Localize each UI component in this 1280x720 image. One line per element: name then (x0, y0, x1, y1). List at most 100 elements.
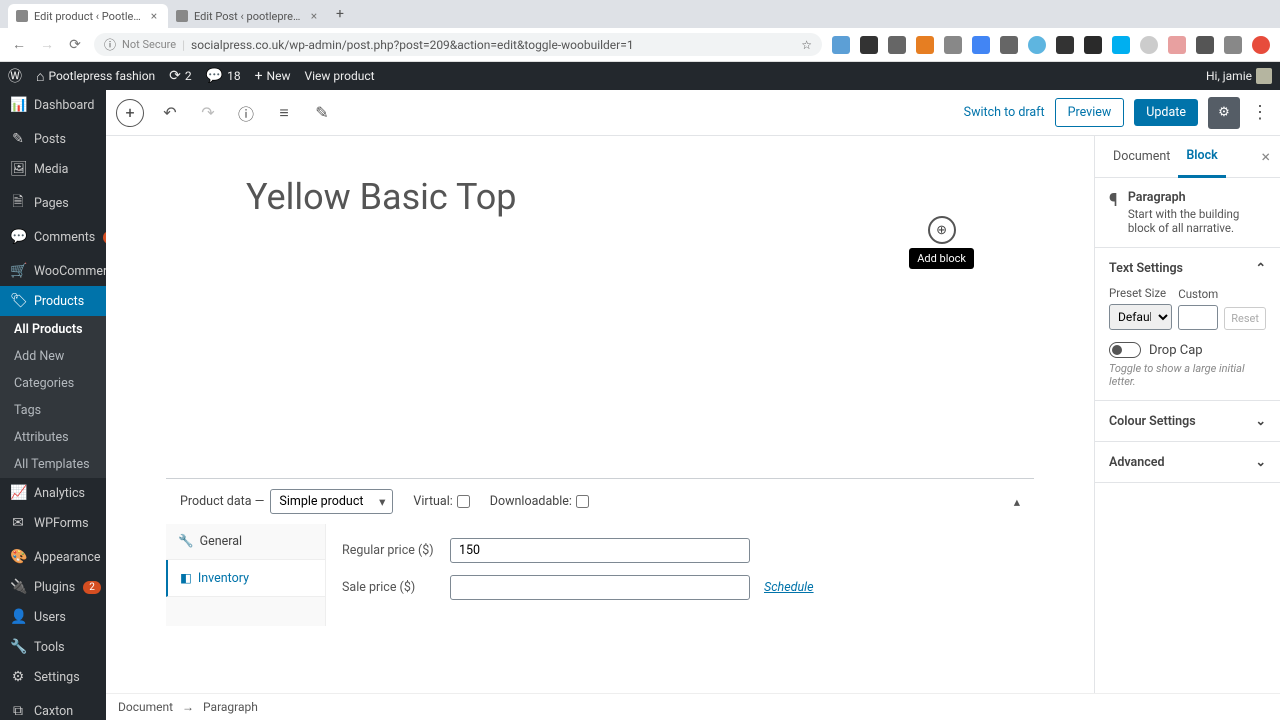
pd-tab-general[interactable]: 🔧General (166, 524, 325, 560)
sidebar-item-analytics[interactable]: 📈Analytics (0, 478, 106, 508)
update-button[interactable]: Update (1134, 99, 1198, 126)
ext-icon[interactable] (888, 36, 906, 54)
chevron-up-icon: ⌃ (1256, 260, 1266, 276)
sale-price-input[interactable] (450, 575, 750, 600)
edit-icon[interactable]: ✎ (310, 103, 334, 122)
browser-tab-inactive[interactable]: Edit Post ‹ pootlepress — Wo… × (168, 4, 328, 28)
submenu-categories[interactable]: Categories (0, 370, 106, 397)
ext-icon[interactable] (1168, 36, 1186, 54)
ext-icon[interactable] (1140, 36, 1158, 54)
panel-advanced[interactable]: Advanced ⌄ (1109, 454, 1266, 470)
page-title[interactable]: Yellow Basic Top (246, 176, 1034, 218)
ext-icon[interactable] (1056, 36, 1074, 54)
chevron-down-icon: ⌄ (1256, 413, 1266, 429)
tab-document[interactable]: Document (1105, 137, 1178, 176)
sidebar-item-wpforms[interactable]: ✉WPForms (0, 508, 106, 538)
sidebar-item-appearance[interactable]: 🎨Appearance (0, 542, 106, 572)
inspector-panel: Document Block × ¶ Paragraph Start with … (1094, 136, 1280, 693)
avatar (1256, 68, 1272, 84)
new-tab-button[interactable]: + (336, 6, 344, 22)
schedule-link[interactable]: Schedule (764, 580, 814, 595)
outline-icon[interactable]: ≡ (272, 103, 296, 123)
info-icon[interactable]: ⓘ (234, 101, 258, 125)
submenu-tags[interactable]: Tags (0, 397, 106, 424)
sidebar-item-plugins[interactable]: 🔌Plugins2 (0, 572, 106, 602)
ext-icon[interactable] (1084, 36, 1102, 54)
ext-icon[interactable] (860, 36, 878, 54)
dropcap-toggle[interactable] (1109, 342, 1141, 358)
sidebar-item-settings[interactable]: ⚙Settings (0, 662, 106, 692)
ext-icon[interactable] (1000, 36, 1018, 54)
sidebar-item-caxton[interactable]: ⧉Caxton (0, 696, 106, 720)
close-icon[interactable]: × (1261, 147, 1270, 166)
add-block-inline-button[interactable]: ⊕ (928, 216, 956, 244)
sidebar-item-pages[interactable]: 🗎Pages (0, 184, 106, 222)
panel-text-settings[interactable]: Text Settings ⌃ (1109, 260, 1266, 276)
comments-link[interactable]: 💬18 (206, 68, 241, 84)
ext-icon[interactable] (1252, 36, 1270, 54)
new-content-link[interactable]: +New (255, 68, 291, 84)
sidebar-item-posts[interactable]: ✎Posts (0, 124, 106, 154)
editor-toolbar: + ↶ ↷ ⓘ ≡ ✎ Switch to draft Preview Upda… (106, 90, 1280, 136)
pd-tab-inventory[interactable]: ◧Inventory (166, 560, 325, 597)
tab-block[interactable]: Block (1178, 136, 1225, 178)
ext-icon[interactable] (944, 36, 962, 54)
sidebar-item-woocommerce[interactable]: 🛒WooCommerce (0, 256, 106, 286)
sidebar-item-dashboard[interactable]: 📊Dashboard (0, 90, 106, 120)
sidebar-item-tools[interactable]: 🔧Tools (0, 632, 106, 662)
close-icon[interactable]: × (148, 10, 160, 22)
ext-icon[interactable] (972, 36, 990, 54)
block-name: Paragraph (1128, 190, 1266, 205)
ext-icon[interactable] (832, 36, 850, 54)
product-data-box: Product data — Simple product Virtual: D… (166, 478, 1034, 626)
submenu-attributes[interactable]: Attributes (0, 424, 106, 451)
sidebar-item-media[interactable]: 🖼Media (0, 154, 106, 184)
breadcrumb: Document → Paragraph (106, 693, 1280, 720)
panel-colour-settings[interactable]: Colour Settings ⌄ (1109, 413, 1266, 429)
product-type-select[interactable]: Simple product (270, 489, 393, 514)
sidebar-item-comments[interactable]: 💬Comments18 (0, 222, 106, 252)
close-icon[interactable]: × (308, 10, 320, 22)
preset-size-select[interactable]: Default (1109, 304, 1172, 330)
user-greeting[interactable]: Hi, jamie (1206, 68, 1272, 84)
downloadable-checkbox[interactable]: Downloadable: (490, 494, 589, 509)
reset-button[interactable]: Reset (1224, 307, 1266, 330)
preview-button[interactable]: Preview (1055, 98, 1125, 127)
submenu-all-products[interactable]: All Products (0, 316, 106, 343)
reload-icon[interactable]: ⟳ (66, 37, 84, 53)
ext-icon[interactable] (916, 36, 934, 54)
wp-logo-icon[interactable]: Ⓦ (8, 66, 22, 86)
more-icon[interactable]: ⋮ (1250, 102, 1270, 123)
back-icon[interactable]: ← (10, 36, 28, 53)
ext-icon[interactable] (1196, 36, 1214, 54)
site-link[interactable]: ⌂Pootlepress fashion (36, 68, 155, 85)
info-icon: ⓘ (104, 36, 116, 53)
custom-size-input[interactable] (1178, 305, 1218, 330)
sidebar-item-users[interactable]: 👤Users (0, 602, 106, 632)
ext-icon[interactable] (1224, 36, 1242, 54)
submenu-add-new[interactable]: Add New (0, 343, 106, 370)
updates-link[interactable]: ⟳2 (169, 68, 191, 84)
collapse-icon[interactable]: ▴ (1014, 494, 1020, 510)
view-product-link[interactable]: View product (305, 69, 375, 83)
submenu-templates[interactable]: All Templates (0, 451, 106, 478)
add-block-button[interactable]: + (116, 99, 144, 127)
virtual-checkbox[interactable]: Virtual: (413, 494, 469, 509)
tooltip: Add block (909, 248, 974, 269)
sidebar-item-products[interactable]: 🏷Products (0, 286, 106, 316)
star-icon[interactable]: ☆ (801, 38, 812, 52)
url-field[interactable]: ⓘ Not Secure | socialpress.co.uk/wp-admi… (94, 33, 822, 56)
redo-icon[interactable]: ↷ (196, 103, 220, 122)
switch-draft-link[interactable]: Switch to draft (964, 105, 1045, 120)
tab-title: Edit product ‹ Pootlepress fash… (34, 10, 142, 23)
forward-icon[interactable]: → (38, 36, 56, 53)
regular-price-input[interactable] (450, 538, 750, 563)
browser-tab-active[interactable]: Edit product ‹ Pootlepress fash… × (8, 4, 168, 28)
breadcrumb-root[interactable]: Document (118, 700, 173, 714)
ext-icon[interactable] (1112, 36, 1130, 54)
settings-icon[interactable]: ⚙ (1208, 97, 1240, 129)
ext-icon[interactable] (1028, 36, 1046, 54)
breadcrumb-current[interactable]: Paragraph (203, 700, 258, 714)
undo-icon[interactable]: ↶ (158, 103, 182, 122)
editor-canvas[interactable]: Yellow Basic Top ⊕ Add block Product dat… (106, 136, 1094, 693)
